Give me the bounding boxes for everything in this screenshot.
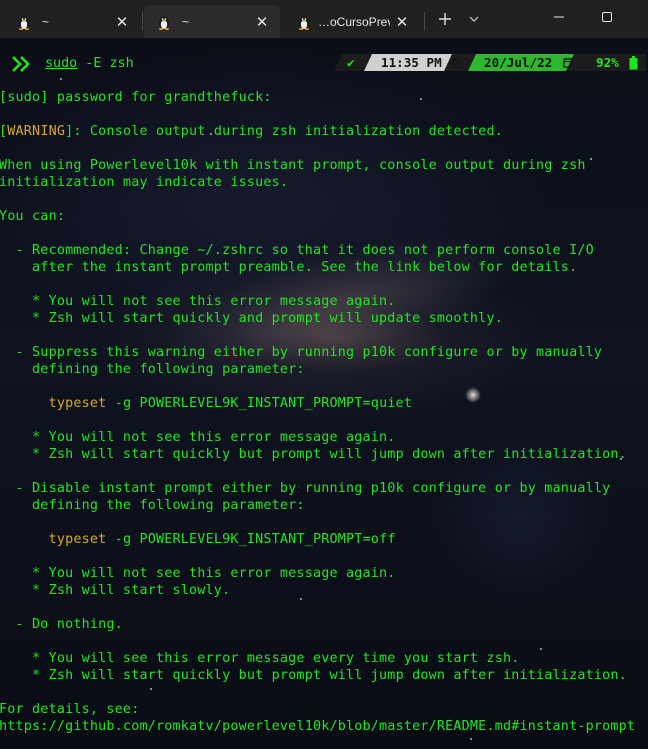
output-line: * You will see this error message every … [0,651,520,666]
output-line: typeset -g POWERLEVEL9K_INSTANT_PROMPT=o… [48,532,396,547]
maximize-icon [602,12,612,22]
star [470,738,472,740]
output-line: - Do nothing. [0,617,123,632]
output-line: defining the following parameter: [0,498,305,513]
clock-icon [452,58,462,68]
minimize-button[interactable] [546,5,572,29]
tab-divider [424,12,425,30]
title-bar: ~ ✕ ~ ✕ …oCursoPrev ✕ [0,0,648,38]
output-line: after the instant prompt preamble. See t… [0,260,578,275]
output-line: * You will not see this error message ag… [0,294,396,309]
output-line: For details, see: [0,702,140,717]
star [590,158,592,160]
output-line: [WARNING]: Console output during zsh ini… [0,124,503,139]
tab-dropdown-button[interactable] [464,8,484,30]
prompt-command: sudo -E zsh [45,55,134,72]
output-line: - Suppress this warning either by runnin… [0,345,603,360]
prompt-arrow-icon [12,56,30,72]
date-display: 20/Jul/22 [484,55,553,70]
tab-1[interactable]: ~ ✕ [4,5,140,38]
battery-percent: 92% [596,55,619,70]
output-line: https://github.com/romkatv/powerlevel10k… [0,719,636,734]
output-line: * Zsh will start quickly but prompt will… [0,668,627,683]
output-line: * You will not see this error message ag… [0,566,396,581]
star [150,688,152,690]
tab-divider [142,12,143,30]
output-line: * Zsh will start quickly and prompt will… [0,311,503,326]
linux-tux-icon [159,16,169,30]
star [420,98,422,100]
output-line: * You will not see this error message ag… [0,430,396,445]
output-line: defining the following parameter: [0,362,305,377]
output-line: initialization may indicate issues. [0,175,289,190]
minimize-icon [554,16,564,18]
calendar-icon [563,58,573,68]
output-line: - Disable instant prompt either by runni… [0,481,611,496]
clock-time: 11:35 PM [381,55,442,70]
new-tab-button[interactable] [432,6,458,32]
battery-icon [629,56,638,70]
tab-1-title: ~ [42,14,50,29]
command-args: -E zsh [77,56,134,71]
tab-1-close-icon[interactable]: ✕ [110,10,134,34]
star [300,598,302,600]
star [540,648,542,650]
maximize-button[interactable] [594,5,620,29]
linux-tux-icon [299,16,309,30]
output-line: When using Powerlevel10k with instant pr… [0,158,586,173]
star [60,78,62,80]
output-line: * Zsh will start quickly but prompt will… [0,447,627,462]
tab-3-title: …oCursoPrev [318,14,390,29]
tab-2[interactable]: ~ ✕ [144,5,280,38]
status-ok-check: ✔ [347,55,355,70]
output-line: [sudo] password for grandthefuck: [0,90,272,105]
output-line: typeset -g POWERLEVEL9K_INSTANT_PROMPT=q… [48,396,413,411]
plus-icon [439,13,451,25]
tab-3-close-icon[interactable]: ✕ [390,10,414,34]
linux-tux-icon [19,16,29,30]
tab-3[interactable]: …oCursoPrev ✕ [284,5,420,38]
tab-2-title: ~ [182,14,190,29]
chevron-down-icon [469,16,479,22]
output-line: You can: [0,209,66,224]
output-line: - Recommended: Change ~/.zshrc so that i… [0,243,594,258]
sudo-command: sudo [45,56,78,71]
tab-2-close-icon[interactable]: ✕ [250,10,274,34]
output-line: * Zsh will start slowly. [0,583,231,598]
terminal-pane[interactable]: sudo -E zsh ✔ 11:35 PM 20/Jul/22 92% [su… [0,38,648,749]
